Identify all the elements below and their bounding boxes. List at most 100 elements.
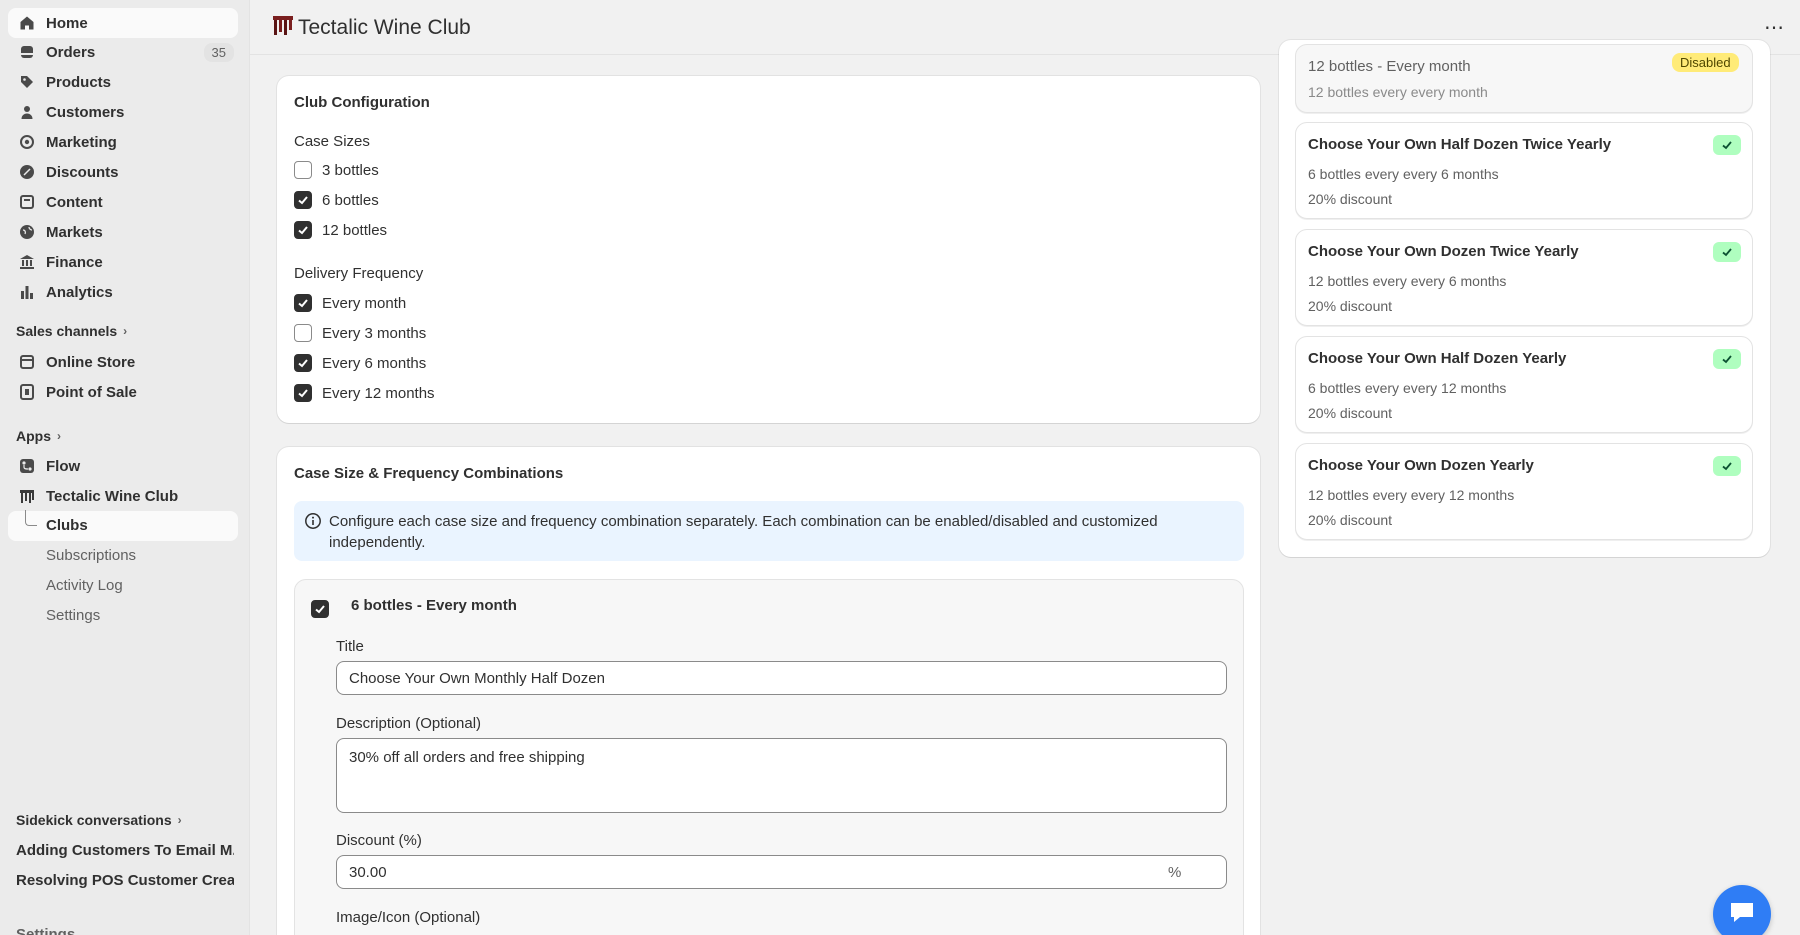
- chevron-right-icon: ›: [123, 324, 128, 338]
- subnav-subscriptions[interactable]: Subscriptions: [46, 547, 136, 564]
- orders-count-badge: 35: [203, 42, 234, 62]
- summary-item-title: Choose Your Own Dozen Twice Yearly: [1308, 243, 1579, 260]
- summary-item-title: Choose Your Own Half Dozen Twice Yearly: [1308, 136, 1612, 153]
- combination-enabled-checkbox[interactable]: [311, 600, 329, 618]
- summary-item-detail: 12 bottles every every month: [1308, 84, 1488, 100]
- checkbox-checked[interactable]: [294, 384, 312, 402]
- subnav-settings[interactable]: Settings: [46, 607, 100, 624]
- frequency-6-months-checkbox[interactable]: Every 6 months: [294, 354, 426, 372]
- club-configuration-title: Club Configuration: [294, 94, 430, 111]
- apps-heading[interactable]: Apps ›: [16, 428, 61, 444]
- more-actions-icon[interactable]: ⋯: [1764, 15, 1785, 40]
- nav-label: Products: [46, 73, 112, 91]
- sidebar-settings[interactable]: Settings: [16, 926, 234, 935]
- image-field-label: Image/Icon (Optional): [336, 909, 481, 926]
- enabled-check-icon: [1713, 349, 1741, 369]
- conversation-item[interactable]: Adding Customers To Email M...: [16, 842, 234, 859]
- status-badge-disabled: Disabled: [1672, 53, 1739, 72]
- summary-item[interactable]: Choose Your Own Half Dozen Yearly 6 bott…: [1295, 336, 1753, 433]
- summary-item-title: 12 bottles - Every month: [1308, 58, 1471, 75]
- discount-field-label: Discount (%): [336, 832, 422, 849]
- checkbox-label: 6 bottles: [322, 191, 379, 209]
- summary-item-discount: 20% discount: [1308, 191, 1393, 207]
- summary-item-detail: 6 bottles every every 12 months: [1308, 380, 1507, 396]
- nav-finance[interactable]: Finance: [8, 247, 238, 277]
- nav-discounts[interactable]: Discounts: [8, 157, 238, 187]
- content-icon: [18, 193, 36, 211]
- nav-label: Content: [46, 193, 103, 211]
- checkbox[interactable]: [294, 161, 312, 179]
- checkbox-label: 12 bottles: [322, 221, 388, 239]
- checkbox-checked[interactable]: [294, 294, 312, 312]
- summary-item-discount: 20% discount: [1308, 512, 1393, 528]
- nav-orders[interactable]: Orders 35: [8, 37, 238, 67]
- person-icon: [18, 103, 36, 121]
- nav-tectalic-wine-club[interactable]: Tectalic Wine Club: [8, 481, 238, 511]
- summary-item[interactable]: Choose Your Own Dozen Twice Yearly 12 bo…: [1295, 229, 1753, 326]
- nav-marketing[interactable]: Marketing: [8, 127, 238, 157]
- checkbox-label: Every 6 months: [322, 354, 427, 372]
- nav-label: Point of Sale: [46, 383, 137, 401]
- nav-label: Analytics: [46, 283, 113, 301]
- home-icon: [18, 14, 36, 32]
- chat-button[interactable]: [1713, 885, 1771, 935]
- checkbox[interactable]: [294, 324, 312, 342]
- combinations-title: Case Size & Frequency Combinations: [294, 465, 564, 482]
- nav-content[interactable]: Content: [8, 187, 238, 217]
- nav-label: Flow: [46, 457, 81, 475]
- summary-item[interactable]: Choose Your Own Half Dozen Twice Yearly …: [1295, 122, 1753, 219]
- subnav-activity-log[interactable]: Activity Log: [46, 577, 123, 594]
- frequency-3-months-checkbox[interactable]: Every 3 months: [294, 324, 426, 342]
- summary-item-disabled[interactable]: 12 bottles - Every month Disabled 12 bot…: [1295, 44, 1753, 113]
- nav-label: Tectalic Wine Club: [46, 487, 179, 505]
- case-size-6-checkbox[interactable]: 6 bottles: [294, 191, 379, 209]
- nav-customers[interactable]: Customers: [8, 97, 238, 127]
- nav-online-store[interactable]: Online Store: [8, 347, 238, 377]
- checkbox-label: 3 bottles: [322, 161, 379, 179]
- case-size-3-checkbox[interactable]: 3 bottles: [294, 161, 379, 179]
- description-textarea[interactable]: 30% off all orders and free shipping: [336, 738, 1227, 813]
- nav-label: Customers: [46, 103, 125, 121]
- tag-icon: [18, 73, 36, 91]
- subnav-clubs[interactable]: Clubs: [46, 517, 88, 534]
- nav-label: Home: [46, 14, 88, 32]
- checkbox-checked[interactable]: [294, 354, 312, 372]
- conversation-item[interactable]: Resolving POS Customer Crea...: [16, 872, 234, 889]
- orders-icon: [18, 43, 36, 61]
- nav-analytics[interactable]: Analytics: [8, 277, 238, 307]
- checkbox-label: Every 3 months: [322, 324, 427, 342]
- enabled-check-icon: [1713, 456, 1741, 476]
- chart-icon: [18, 283, 36, 301]
- case-size-12-checkbox[interactable]: 12 bottles: [294, 221, 387, 239]
- store-icon: [18, 353, 36, 371]
- summary-item-discount: 20% discount: [1308, 298, 1393, 314]
- summary-item-title: Choose Your Own Half Dozen Yearly: [1308, 350, 1567, 367]
- nav-flow[interactable]: Flow: [8, 451, 238, 481]
- delivery-frequency-label: Delivery Frequency: [294, 265, 424, 282]
- nav-point-of-sale[interactable]: Point of Sale: [8, 377, 238, 407]
- section-label: Sidekick conversations: [16, 812, 172, 828]
- summary-item-title: Choose Your Own Dozen Yearly: [1308, 457, 1534, 474]
- nav-markets[interactable]: Markets: [8, 217, 238, 247]
- description-field-label: Description (Optional): [336, 715, 482, 732]
- nav-products[interactable]: Products: [8, 67, 238, 97]
- pos-icon: [18, 383, 36, 401]
- combination-heading: 6 bottles - Every month: [351, 597, 517, 614]
- clubs-active-bg: [8, 511, 238, 541]
- nav-label: Marketing: [46, 133, 117, 151]
- checkbox-label: Every 12 months: [322, 384, 435, 402]
- frequency-12-months-checkbox[interactable]: Every 12 months: [294, 384, 435, 402]
- frequency-monthly-checkbox[interactable]: Every month: [294, 294, 406, 312]
- sales-channels-heading[interactable]: Sales channels ›: [16, 323, 127, 339]
- title-input[interactable]: Choose Your Own Monthly Half Dozen: [336, 661, 1227, 695]
- summary-item-discount: 20% discount: [1308, 405, 1393, 421]
- nav-label: Finance: [46, 253, 103, 271]
- sidekick-conversations-heading[interactable]: Sidekick conversations ›: [16, 812, 182, 828]
- summary-item-detail: 12 bottles every every 12 months: [1308, 487, 1515, 503]
- checkbox-checked[interactable]: [294, 191, 312, 209]
- nav-home[interactable]: Home: [8, 8, 238, 38]
- info-icon: [304, 512, 322, 530]
- checkbox-checked[interactable]: [294, 221, 312, 239]
- discount-input[interactable]: 30.00: [336, 855, 1227, 889]
- summary-item[interactable]: Choose Your Own Dozen Yearly 12 bottles …: [1295, 443, 1753, 540]
